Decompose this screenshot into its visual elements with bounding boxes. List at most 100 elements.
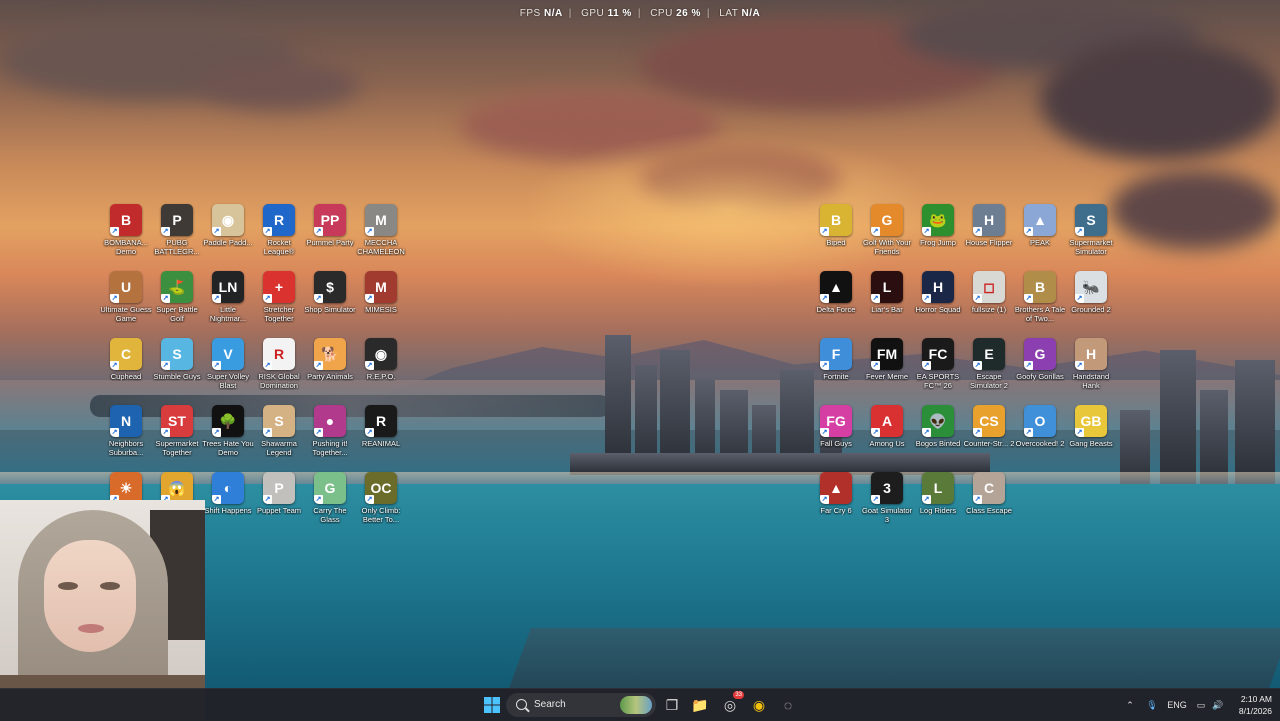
- repo-icon: ◉ ↗: [365, 338, 397, 370]
- desktop-shortcut-label: Biped: [826, 238, 846, 247]
- volume-icon[interactable]: 🔊: [1210, 693, 1226, 717]
- desktop-shortcut-shawarma-legend[interactable]: S ↗ Shawarma Legend: [253, 405, 305, 469]
- desktop-shortcut-super-battle-golf[interactable]: ⛳ ↗ Super Battle Golf: [151, 271, 203, 335]
- desktop-shortcut-reanimal[interactable]: R ↗ REANIMAL: [355, 405, 407, 469]
- desktop-shortcut-stretcher-together[interactable]: + ↗ Stretcher Together: [253, 271, 305, 335]
- ea-fc-icon: FC ↗: [922, 338, 954, 370]
- record-app-icon[interactable]: ◌: [776, 693, 800, 717]
- desktop-shortcut-cuphead[interactable]: C ↗ Cuphead: [100, 338, 152, 402]
- desktop-shortcut-risk-global-domination[interactable]: R ↗ RISK Global Domination: [253, 338, 305, 402]
- desktop-shortcut-fall-guys[interactable]: FG ↗ Fall Guys: [810, 405, 862, 469]
- shortcut-arrow-icon: ↗: [820, 495, 829, 504]
- desktop-shortcut-only-climb-better-to[interactable]: OC ↗ Only Climb: Better To...: [355, 472, 407, 536]
- shortcut-arrow-icon: ↗: [161, 227, 170, 236]
- desktop-shortcut-label: Grounded 2: [1071, 305, 1111, 314]
- shortcut-arrow-icon: ↗: [365, 294, 374, 303]
- desktop-shortcut-label: EA SPORTS FC™ 26: [916, 372, 960, 390]
- desktop-shortcut-label: Shawarma Legend: [261, 439, 297, 457]
- desktop-shortcut-meccha-chameleon[interactable]: M ↗ MECCHA CHAMELEON: [355, 204, 407, 268]
- desktop-shortcut-trees-hate-you-demo[interactable]: 🌳 ↗ Trees Hate You Demo: [202, 405, 254, 469]
- desktop-shortcut-goofy-gorillas[interactable]: G ↗ Goofy Gorillas: [1014, 338, 1066, 402]
- language-indicator[interactable]: ENG: [1164, 693, 1190, 717]
- desktop-shortcut-fullsize-1[interactable]: ◻ ↗ fullsize (1): [963, 271, 1015, 335]
- desktop-shortcut-rocket-league[interactable]: R ↗ Rocket League®: [253, 204, 305, 268]
- desktop-shortcut-supermarket-together[interactable]: ST ↗ Supermarket Together: [151, 405, 203, 469]
- desktop-shortcut-far-cry-6[interactable]: ▲ ↗ Far Cry 6: [810, 472, 862, 536]
- pushing-it-icon: ● ↗: [314, 405, 346, 437]
- desktop-shortcut-little-nightmar[interactable]: LN ↗ Little Nightmar...: [202, 271, 254, 335]
- desktop-shortcut-label: REANIMAL: [361, 439, 401, 448]
- desktop-shortcut-ea-sports-fc-26[interactable]: FC ↗ EA SPORTS FC™ 26: [912, 338, 964, 402]
- stumble-guys-icon: S ↗: [161, 338, 193, 370]
- desktop-shortcut-label: Supermarket Together: [155, 439, 199, 457]
- desktop-shortcut-carry-the-glass[interactable]: G ↗ Carry The Glass: [304, 472, 356, 536]
- desktop-shortcut-label: Delta Force: [816, 305, 856, 314]
- desktop-shortcut-peak[interactable]: ▲ ↗ PEAK: [1014, 204, 1066, 268]
- desktop-shortcut-pubg-battlegr[interactable]: P ↗ PUBG BATTLEGR...: [151, 204, 203, 268]
- desktop-shortcut-liar-s-bar[interactable]: L ↗ Liar's Bar: [861, 271, 913, 335]
- desktop-shortcut-super-volley-blast[interactable]: V ↗ Super Volley Blast: [202, 338, 254, 402]
- shortcut-arrow-icon: ↗: [1075, 294, 1084, 303]
- desktop-shortcut-shop-simulator[interactable]: $ ↗ Shop Simulator: [304, 271, 356, 335]
- shortcut-arrow-icon: ↗: [871, 227, 880, 236]
- desktop-shortcut-paddle-padd[interactable]: ◉ ↗ Paddle Padd...: [202, 204, 254, 268]
- paddle-icon: ◉ ↗: [212, 204, 244, 236]
- desktop-shortcut-stumble-guys[interactable]: S ↗ Stumble Guys: [151, 338, 203, 402]
- counter-strike-icon: CS ↗: [973, 405, 1005, 437]
- desktop-shortcut-goat-simulator-3[interactable]: 3 ↗ Goat Simulator 3: [861, 472, 913, 536]
- desktop-shortcut-label: Goofy Gorillas: [1016, 372, 1064, 381]
- gang-beasts-icon: GB ↗: [1075, 405, 1107, 437]
- desktop-shortcut-label: Little Nightmar...: [209, 305, 247, 323]
- desktop-shortcut-horror-squad[interactable]: H ↗ Horror Squad: [912, 271, 964, 335]
- desktop-shortcut-bombana-demo[interactable]: B ↗ BOMBANA... Demo: [100, 204, 152, 268]
- desktop-shortcut-among-us[interactable]: A ↗ Among Us: [861, 405, 913, 469]
- desktop-shortcut-party-animals[interactable]: 🐕 ↗ Party Animals: [304, 338, 356, 402]
- desktop-shortcut-supermarket-simulator[interactable]: S ↗ Supermarket Simulator: [1065, 204, 1117, 268]
- file-explorer-icon[interactable]: 📁: [688, 693, 712, 717]
- desktop-shortcut-delta-force[interactable]: ▲ ↗ Delta Force: [810, 271, 862, 335]
- discord-icon[interactable]: ◎ 33: [718, 691, 744, 717]
- desktop-shortcut-handstand-hank[interactable]: H ↗ Handstand Hank: [1065, 338, 1117, 402]
- desktop-shortcut-frog-jump[interactable]: 🐸 ↗ Frog Jump: [912, 204, 964, 268]
- desktop-shortcut-grounded-2[interactable]: 🐜 ↗ Grounded 2: [1065, 271, 1117, 335]
- task-view-icon[interactable]: ❐: [660, 693, 684, 717]
- start-button[interactable]: [480, 693, 504, 717]
- desktop-shortcut-overcooked-2[interactable]: O ↗ Overcooked! 2: [1014, 405, 1066, 469]
- tray-overflow-chevron-icon[interactable]: ⌃: [1122, 693, 1138, 717]
- desktop-shortcut-puppet-team[interactable]: P ↗ Puppet Team: [253, 472, 305, 536]
- desktop-shortcut-label: Stretcher Together: [263, 305, 295, 323]
- desktop-shortcut-fortnite[interactable]: F ↗ Fortnite: [810, 338, 862, 402]
- search-highlight-art: [620, 696, 652, 714]
- desktop-shortcut-ultimate-guess-game[interactable]: U ↗ Ultimate Guess Game: [100, 271, 152, 335]
- chrome-icon[interactable]: ◉: [747, 693, 771, 717]
- shortcut-arrow-icon: ↗: [871, 428, 880, 437]
- microphone-icon[interactable]: 🎙: [1144, 693, 1160, 717]
- desktop-shortcut-pummel-party[interactable]: PP ↗ Pummel Party: [304, 204, 356, 268]
- taskbar-search[interactable]: Search: [506, 693, 656, 717]
- desktop-shortcut-brothers-a-tale-of-two[interactable]: B ↗ Brothers A Tale of Two...: [1014, 271, 1066, 335]
- desktop-shortcut-label: Among Us: [869, 439, 905, 448]
- desktop-shortcut-r-e-p-o[interactable]: ◉ ↗ R.E.P.O.: [355, 338, 407, 402]
- desktop-shortcut-bogos-binted[interactable]: 👽 ↗ Bogos Binted: [912, 405, 964, 469]
- desktop-shortcut-escape-simulator-2[interactable]: E ↗ Escape Simulator 2: [963, 338, 1015, 402]
- peak-icon: ▲ ↗: [1024, 204, 1056, 236]
- desktop-shortcut-label: Paddle Padd...: [203, 238, 253, 247]
- desktop-shortcut-counter-str-2[interactable]: CS ↗ Counter-Str... 2: [963, 405, 1015, 469]
- horror-squad-icon: H ↗: [922, 271, 954, 303]
- system-clock[interactable]: 2:10 AM 8/1/2026: [1228, 693, 1272, 717]
- shortcut-arrow-icon: ↗: [212, 361, 221, 370]
- desktop-shortcut-gang-beasts[interactable]: GB ↗ Gang Beasts: [1065, 405, 1117, 469]
- network-icon[interactable]: ▭: [1194, 693, 1208, 717]
- shortcut-arrow-icon: ↗: [871, 361, 880, 370]
- desktop-shortcut-mimesis[interactable]: M ↗ MIMESIS: [355, 271, 407, 335]
- shortcut-arrow-icon: ↗: [365, 495, 374, 504]
- desktop-shortcut-class-escape[interactable]: C ↗ Class Escape: [963, 472, 1015, 536]
- desktop-shortcut-golf-with-your-friends[interactable]: G ↗ Golf With Your Friends: [861, 204, 913, 268]
- desktop-shortcut-shift-happens[interactable]: ◐ ↗ Shift Happens: [202, 472, 254, 536]
- desktop-shortcut-log-riders[interactable]: L ↗ Log Riders: [912, 472, 964, 536]
- desktop-shortcut-biped[interactable]: B ↗ Biped: [810, 204, 862, 268]
- desktop-shortcut-pushing-it-together[interactable]: ● ↗ Pushing it! Together...: [304, 405, 356, 469]
- desktop-shortcut-fever-meme[interactable]: FM ↗ Fever Meme: [861, 338, 913, 402]
- desktop-shortcut-house-flipper[interactable]: H ↗ House Flipper: [963, 204, 1015, 268]
- desktop-shortcut-neighbors-suburba[interactable]: N ↗ Neighbors Suburba...: [100, 405, 152, 469]
